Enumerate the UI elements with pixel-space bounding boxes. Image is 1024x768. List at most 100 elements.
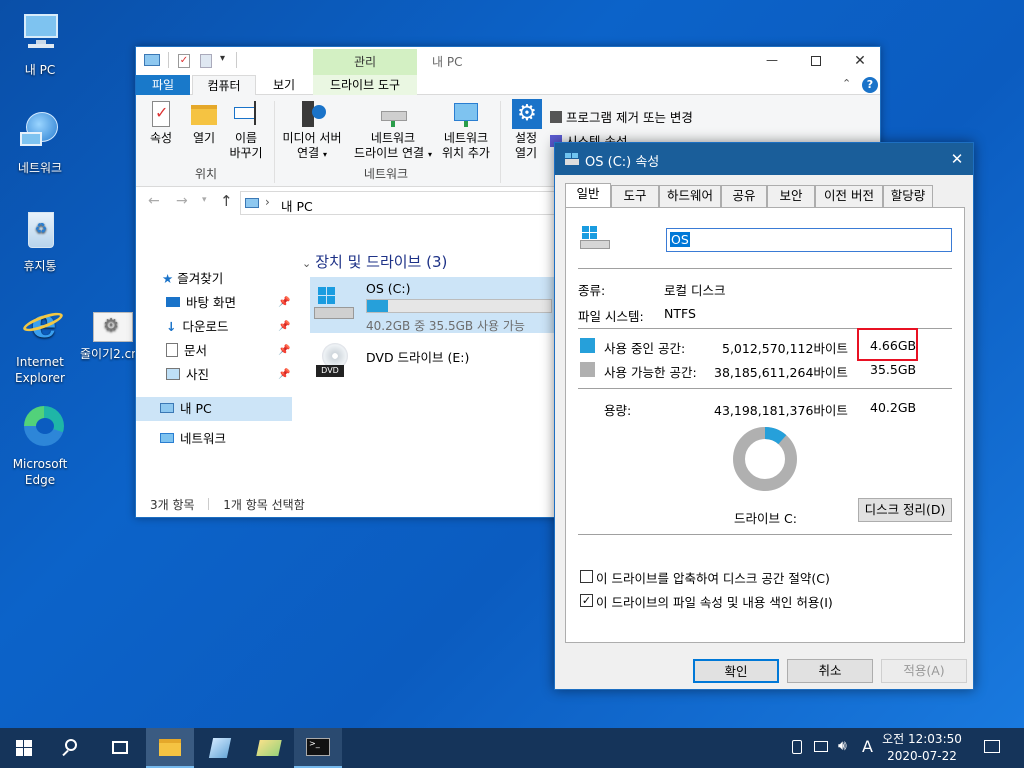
network-icon (160, 433, 174, 443)
taskbar-app-2[interactable] (196, 728, 244, 768)
ime-indicator[interactable]: A (862, 737, 873, 756)
windows-logo-icon (16, 740, 32, 756)
properties-button[interactable]: ✓ 속성 (144, 99, 178, 146)
capacity-label: 용량: (604, 403, 632, 418)
desktop-icon-recycle-bin[interactable]: ♻ 휴지통 (2, 206, 78, 274)
clock-time: 오전 12:03:50 (882, 732, 962, 746)
desktop-icon-network[interactable]: 네트워크 (2, 108, 78, 176)
capacity-bytes: 43,198,181,376바이트 (714, 403, 848, 418)
donut-free-arc (733, 427, 797, 491)
type-value: 로컬 디스크 (664, 283, 726, 298)
clock[interactable]: 오전 12:03:50 2020-07-22 (882, 731, 962, 765)
chevron-up-icon[interactable]: ⌃ (842, 77, 851, 90)
breadcrumb-chevron-icon: › (265, 195, 270, 209)
open-settings-button[interactable]: ⚙ 설정 열기 (506, 99, 546, 161)
chevron-down-icon[interactable]: ▾ (220, 53, 225, 64)
tab-quota[interactable]: 할당량 (883, 185, 933, 207)
usb-icon[interactable] (792, 740, 802, 754)
media-server-button[interactable]: 미디어 서버 연결 ▾ (278, 99, 346, 162)
tab-previous-versions[interactable]: 이전 버전 (815, 185, 883, 207)
rename-icon (230, 99, 262, 129)
section-header[interactable]: ⌄ 장치 및 드라이브 (3) (302, 251, 447, 272)
desktop-icon-this-pc[interactable]: 내 PC (2, 10, 78, 78)
help-icon[interactable]: ? (862, 77, 878, 93)
taskbar-cmd[interactable]: >_ (294, 728, 342, 768)
maximize-button[interactable] (794, 47, 838, 75)
tab-drive-tools[interactable]: 드라이브 도구 (313, 75, 417, 95)
nav-network[interactable]: 네트워크 (136, 427, 292, 451)
nav-this-pc[interactable]: 내 PC (136, 397, 292, 421)
recent-chevron-icon[interactable]: ▾ (202, 195, 207, 205)
tab-file[interactable]: 파일 (136, 75, 190, 95)
dvd-drive-icon: DVD (316, 343, 356, 383)
computer-icon (245, 198, 259, 208)
free-color-swatch (580, 362, 595, 377)
speaker-icon[interactable]: 🔊︎ (838, 738, 847, 754)
taskbar-explorer[interactable] (146, 728, 194, 768)
nav-documents[interactable]: 문서 📌 (136, 339, 292, 363)
nav-downloads[interactable]: ↓ 다운로드 📌 (136, 315, 292, 339)
tab-tools[interactable]: 도구 (611, 185, 659, 207)
add-network-location-button[interactable]: 네트워크 위치 추가 (438, 99, 494, 161)
download-arrow-icon: ↓ (166, 319, 177, 334)
nav-quick-access[interactable]: ★ 즐겨찾기 (136, 267, 292, 291)
network-icon (16, 108, 64, 156)
gear-file-icon: ⚙ (93, 310, 133, 342)
forward-arrow-icon[interactable]: → (176, 193, 188, 209)
tab-general[interactable]: 일반 (565, 183, 611, 207)
ribbon-tabs: 파일 컴퓨터 보기 드라이브 도구 ⌃ ? (136, 75, 880, 95)
computer-icon (160, 403, 174, 413)
system-tray: 🔊︎ A 오전 12:03:50 2020-07-22 (788, 728, 1024, 768)
back-arrow-icon[interactable]: ← (148, 193, 160, 209)
tab-security[interactable]: 보안 (767, 185, 815, 207)
window-title: 내 PC (432, 55, 463, 69)
close-button[interactable]: ✕ (939, 143, 975, 175)
drive-c-tile[interactable]: OS (C:) 40.2GB 중 35.5GB 사용 가능 (310, 277, 554, 333)
folders-icon (256, 740, 282, 756)
pin-icon: 📌 (278, 297, 291, 308)
nav-desktop[interactable]: 바탕 화면 📌 (136, 291, 292, 315)
rename-button[interactable]: 이름 바꾸기 (224, 99, 268, 161)
search-button[interactable] (48, 728, 96, 768)
compress-checkbox[interactable] (580, 570, 593, 583)
explorer-titlebar[interactable]: ✓ ▾ 관리 내 PC — ✕ (136, 47, 880, 75)
taskbar-app-3[interactable] (246, 728, 294, 768)
tab-sharing[interactable]: 공유 (721, 185, 767, 207)
up-arrow-icon[interactable]: ↑ (220, 192, 233, 210)
uninstall-program-button[interactable]: 프로그램 제거 또는 변경 (550, 107, 693, 126)
cancel-button[interactable]: 취소 (787, 659, 873, 683)
tab-hardware[interactable]: 하드웨어 (659, 185, 721, 207)
drive-dvd-tile[interactable]: DVD DVD 드라이브 (E:) (310, 343, 554, 387)
new-folder-quick-icon[interactable] (200, 54, 212, 68)
monitor-icon (16, 10, 64, 58)
status-item-count: 3개 항목 (150, 498, 195, 512)
desktop-icon-edge[interactable]: Microsoft Edge (2, 404, 78, 488)
address-bar[interactable]: › 내 PC (240, 191, 560, 215)
disk-cleanup-button[interactable]: 디스크 정리(D) (858, 498, 952, 522)
apply-button[interactable]: 적용(A) (881, 659, 967, 683)
notification-icon[interactable] (984, 740, 1000, 753)
open-button[interactable]: 열기 (186, 99, 222, 146)
type-label: 종류: (578, 283, 606, 298)
tab-view[interactable]: 보기 (258, 75, 310, 95)
network-status-icon[interactable] (814, 741, 828, 752)
minimize-button[interactable]: — (750, 47, 794, 75)
dialog-titlebar[interactable]: OS (C:) 속성 ✕ (555, 143, 973, 175)
map-drive-button[interactable]: 네트워크 드라이브 연결 ▾ (348, 99, 438, 162)
properties-dialog[interactable]: OS (C:) 속성 ✕ 일반 도구 하드웨어 공유 보안 이전 버전 할당량 … (554, 142, 974, 690)
drive-name: OS (C:) (366, 281, 411, 296)
checklist-icon: ✓ (145, 99, 177, 129)
index-checkbox[interactable]: ✓ (580, 594, 593, 607)
desktop-icon-internet-explorer[interactable]: e Internet Explorer (2, 302, 78, 386)
task-view-button[interactable] (96, 728, 144, 768)
properties-quick-icon[interactable]: ✓ (178, 54, 190, 68)
windows-drive-icon (314, 287, 354, 323)
media-server-icon (296, 99, 328, 129)
start-button[interactable] (0, 728, 48, 768)
nav-pictures[interactable]: 사진 📌 (136, 363, 292, 387)
tab-computer[interactable]: 컴퓨터 (192, 75, 256, 95)
picture-icon (166, 368, 180, 380)
drive-name-input[interactable]: OS (666, 228, 952, 252)
close-button[interactable]: ✕ (838, 47, 882, 75)
ok-button[interactable]: 확인 (693, 659, 779, 683)
